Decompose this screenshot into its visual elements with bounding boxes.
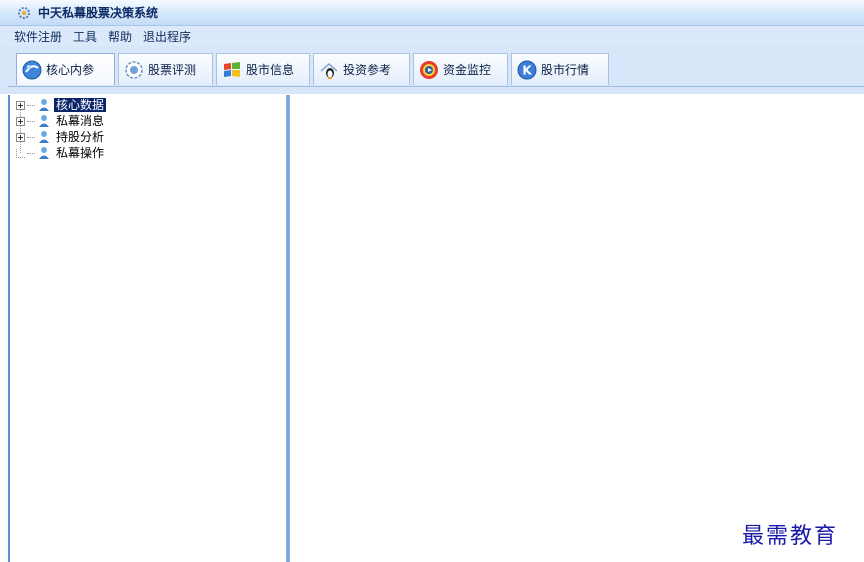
tab-label: 核心内参 [46, 63, 95, 77]
user-icon [39, 147, 49, 159]
user-icon [39, 115, 49, 127]
tree-connector [27, 120, 35, 122]
penguin-icon [320, 62, 338, 79]
tab-fund-monitor[interactable]: 资金监控 [413, 53, 508, 85]
tree-node-holding-analysis[interactable]: 持股分析 [16, 129, 106, 145]
tab-label: 投资参考 [343, 63, 392, 77]
menu-register[interactable]: 软件注册 [14, 28, 62, 45]
app-gear-icon [18, 6, 30, 19]
tree-node-core-data[interactable]: 核心数据 [16, 97, 107, 113]
tree-node-label[interactable]: 私幕操作 [54, 146, 106, 160]
tree-connector [27, 136, 35, 138]
tab-investment-reference[interactable]: 投资参考 [313, 53, 410, 85]
tab-label: 股市信息 [246, 63, 295, 77]
toolbar: 核心内参 股票评测 股市信息 投资参考 资金监控 K 股市行情 [0, 46, 864, 94]
windows-flag-icon [224, 61, 240, 77]
watermark-text: 最需教育 [742, 524, 839, 549]
globe-icon [22, 60, 42, 79]
tab-market-quotes[interactable]: K 股市行情 [511, 53, 609, 85]
tree-node-label[interactable]: 持股分析 [54, 130, 106, 144]
expand-icon[interactable] [16, 116, 25, 126]
tree-node-label[interactable]: 私幕消息 [54, 114, 106, 128]
tree-connector [27, 152, 35, 154]
tab-stock-review[interactable]: 股票评测 [118, 53, 213, 85]
tree-node-private-news[interactable]: 私幕消息 [16, 113, 106, 129]
expand-icon[interactable] [16, 100, 25, 110]
monitor-disc-icon [420, 60, 438, 79]
user-icon [39, 131, 49, 143]
tab-market-info[interactable]: 股市信息 [216, 53, 310, 85]
menu-bar: 软件注册 工具 帮助 退出程序 [0, 26, 864, 46]
navigation-tree-panel[interactable]: 核心数据 私幕消息 持股分析 私幕操作 [8, 95, 286, 562]
tab-label: 股市行情 [541, 63, 590, 77]
stock-review-icon [125, 60, 143, 79]
content-panel [290, 95, 864, 562]
window-title: 中天私幕股票决策系统 [38, 6, 159, 20]
tree-node-label[interactable]: 核心数据 [54, 98, 107, 112]
svg-text:K: K [522, 63, 532, 77]
tree-leaf-connector [16, 148, 25, 158]
toolbar-divider [8, 86, 864, 87]
menu-tools[interactable]: 工具 [73, 28, 97, 45]
user-icon [39, 99, 49, 111]
tab-label: 资金监控 [443, 63, 492, 77]
menu-exit[interactable]: 退出程序 [143, 28, 191, 45]
expand-icon[interactable] [16, 132, 25, 142]
tab-label: 股票评测 [148, 63, 197, 77]
tree-connector [27, 104, 35, 106]
k-letter-icon: K [517, 60, 537, 79]
tab-core-reference[interactable]: 核心内参 [16, 53, 115, 85]
tree-node-private-operation[interactable]: 私幕操作 [16, 145, 106, 161]
menu-help[interactable]: 帮助 [108, 28, 132, 45]
title-bar: 中天私幕股票决策系统 [0, 0, 864, 26]
